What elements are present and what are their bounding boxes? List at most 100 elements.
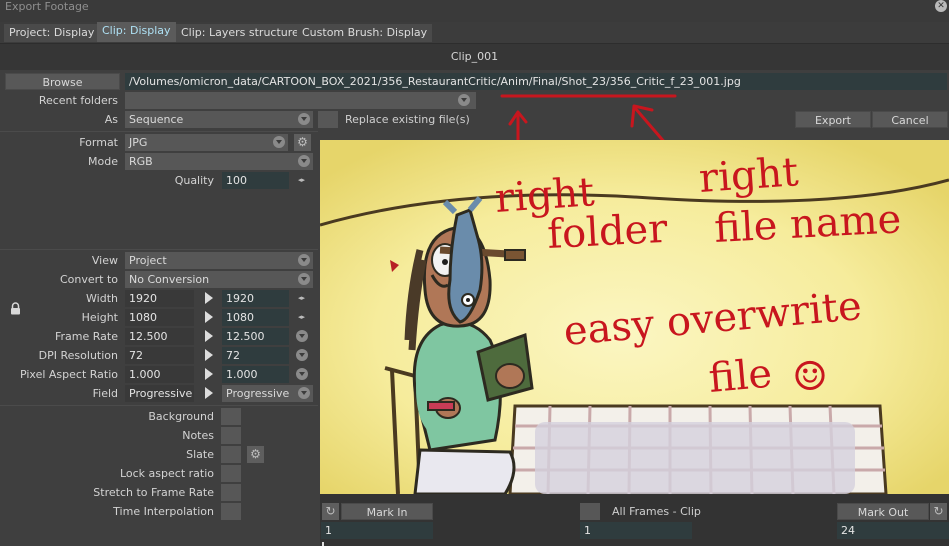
as-value: Sequence (129, 113, 184, 126)
tab-clip-layers-structure[interactable]: Clip: Layers structure (176, 24, 304, 42)
format-dropdown[interactable]: JPG (125, 134, 288, 151)
dpi-field[interactable]: 72 (222, 347, 289, 364)
mode-value: RGB (129, 155, 153, 168)
pixel-aspect-field[interactable]: 1.000 (222, 366, 289, 383)
tab-custom-brush-display[interactable]: Custom Brush: Display (297, 24, 433, 42)
mode-dropdown[interactable]: RGB (125, 153, 313, 170)
cancel-button[interactable]: Cancel (872, 111, 948, 128)
preview-canvas[interactable]: right folder right file name easy overwr… (320, 140, 949, 494)
pixel-aspect-source: 1.000 (125, 366, 194, 383)
mark-in-field[interactable]: 1 (321, 522, 433, 539)
recent-folders-label: Recent folders (38, 94, 118, 107)
as-dropdown[interactable]: Sequence (125, 111, 313, 128)
spinner-icon[interactable]: ◂▸ (298, 172, 305, 189)
width-label: Width (86, 292, 118, 305)
slate-checkbox[interactable] (221, 446, 241, 463)
view-value: Project (129, 254, 167, 267)
convert-to-dropdown[interactable]: No Conversion (125, 271, 313, 288)
chevron-down-icon (298, 254, 310, 266)
mode-label: Mode (88, 155, 118, 168)
refresh-icon[interactable]: ↻ (930, 503, 947, 520)
chevron-down-icon[interactable] (296, 368, 308, 380)
timeline-cursor[interactable] (322, 542, 324, 546)
play-arrow-icon (205, 311, 213, 323)
dpi-label: DPI Resolution (38, 349, 118, 362)
browse-button[interactable]: Browse (5, 73, 120, 90)
chevron-down-icon[interactable] (296, 330, 308, 342)
refresh-icon[interactable]: ↻ (322, 503, 339, 520)
play-arrow-icon (205, 368, 213, 380)
notes-label: Notes (182, 429, 214, 442)
play-arrow-icon (205, 349, 213, 361)
preview-illustration: right folder right file name easy overwr… (320, 140, 949, 494)
width-field[interactable]: 1920 (222, 290, 289, 307)
clip-name-header: Clip_001 (0, 44, 949, 70)
frame-rate-field[interactable]: 12.500 (222, 328, 289, 345)
divider (0, 249, 318, 250)
pixel-aspect-label: Pixel Aspect Ratio (19, 368, 118, 381)
recent-folders-dropdown[interactable] (125, 92, 476, 109)
lock-aspect-checkbox[interactable] (221, 465, 241, 482)
all-frames-label: All Frames - Clip (612, 505, 701, 518)
replace-label: Replace existing file(s) (345, 113, 470, 126)
dpi-source: 72 (125, 347, 194, 364)
stretch-frame-rate-label: Stretch to Frame Rate (93, 486, 214, 499)
close-icon[interactable]: ✕ (935, 0, 947, 12)
time-interpolation-label: Time Interpolation (113, 505, 214, 518)
frame-rate-source: 12.500 (125, 328, 194, 345)
annotation-smiley: ☺ (792, 354, 828, 400)
annotation-right-2: right (697, 149, 799, 202)
format-label: Format (79, 136, 118, 149)
field-source: Progressive (125, 385, 194, 402)
chevron-down-icon[interactable] (458, 94, 470, 106)
field-value: Progressive (226, 387, 290, 400)
convert-to-value: No Conversion (129, 273, 210, 286)
tab-clip-display[interactable]: Clip: Display (97, 22, 176, 42)
chevron-down-icon (298, 273, 310, 285)
gear-icon[interactable]: ⚙ (247, 446, 264, 463)
divider (0, 131, 318, 132)
export-button[interactable]: Export (795, 111, 871, 128)
view-label: View (91, 254, 118, 267)
time-interpolation-checkbox[interactable] (221, 503, 241, 520)
mark-out-button[interactable]: Mark Out (837, 503, 929, 520)
mark-in-button[interactable]: Mark In (341, 503, 433, 520)
replace-checkbox[interactable] (318, 111, 338, 128)
chevron-down-icon (298, 387, 310, 399)
chevron-down-icon (298, 155, 310, 167)
chevron-down-icon[interactable] (296, 349, 308, 361)
annotation-file: file (707, 351, 774, 402)
window-title: Export Footage (5, 0, 89, 13)
quality-label: Quality (174, 174, 214, 187)
quality-field[interactable]: 100 (222, 172, 289, 189)
height-source: 1080 (125, 309, 194, 326)
height-label: Height (81, 311, 118, 324)
spinner-icon[interactable]: ◂▸ (298, 309, 305, 326)
chevron-down-icon (298, 113, 310, 125)
annotation-folder: folder (546, 206, 669, 258)
current-frame-field[interactable]: 1 (580, 522, 692, 539)
field-label: Field (92, 387, 118, 400)
notes-checkbox[interactable] (221, 427, 241, 444)
mark-out-field[interactable]: 24 (837, 522, 949, 539)
play-arrow-icon (205, 330, 213, 342)
gear-icon[interactable]: ⚙ (294, 134, 311, 151)
frame-rate-label: Frame Rate (55, 330, 118, 343)
convert-to-label: Convert to (59, 273, 118, 286)
format-value: JPG (129, 136, 148, 149)
lock-aspect-label: Lock aspect ratio (119, 467, 214, 480)
annotation-file-name: file name (713, 196, 902, 252)
title-bar (0, 0, 949, 22)
background-checkbox[interactable] (221, 408, 241, 425)
slate-label: Slate (186, 448, 214, 461)
view-dropdown[interactable]: Project (125, 252, 313, 269)
height-field[interactable]: 1080 (222, 309, 289, 326)
stretch-frame-rate-checkbox[interactable] (221, 484, 241, 501)
play-arrow-icon (205, 292, 213, 304)
field-dropdown[interactable]: Progressive (222, 385, 313, 402)
tab-project-display[interactable]: Project: Display (4, 24, 100, 42)
spinner-icon[interactable]: ◂▸ (298, 290, 305, 307)
divider (0, 405, 318, 406)
chevron-down-icon (273, 136, 285, 148)
all-frames-checkbox[interactable] (580, 503, 600, 520)
